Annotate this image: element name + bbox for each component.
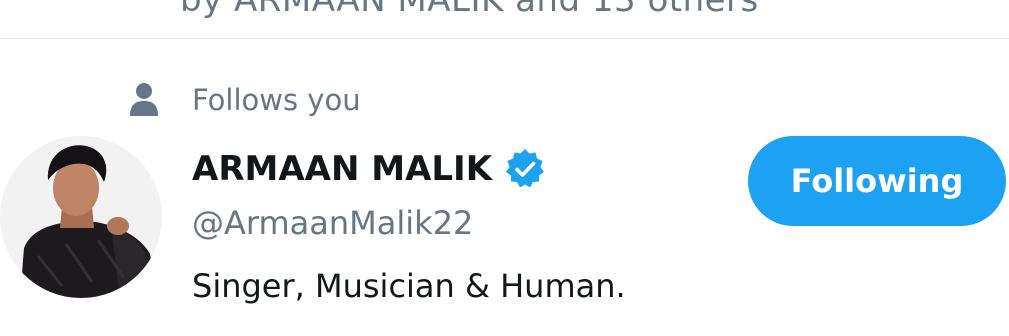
avatar-image <box>0 136 162 298</box>
divider <box>0 38 1009 39</box>
user-list-item[interactable]: by ARMAAN MALIK and 13 others Follows yo… <box>0 0 1009 336</box>
following-button[interactable]: Following <box>748 136 1006 226</box>
follows-you-row: Follows you <box>130 80 361 120</box>
person-icon <box>130 83 158 116</box>
user-bio: Singer, Musician & Human. <box>192 267 626 305</box>
name-row: ARMAAN MALIK <box>192 146 546 192</box>
liked-by-context-text: by ARMAAN MALIK and 13 others <box>180 0 759 20</box>
verified-badge-icon <box>506 149 545 188</box>
avatar[interactable] <box>0 136 162 298</box>
user-handle: @ArmaanMalik22 <box>192 204 474 242</box>
display-name[interactable]: ARMAAN MALIK <box>192 146 492 192</box>
follows-you-label: Follows you <box>192 83 361 117</box>
